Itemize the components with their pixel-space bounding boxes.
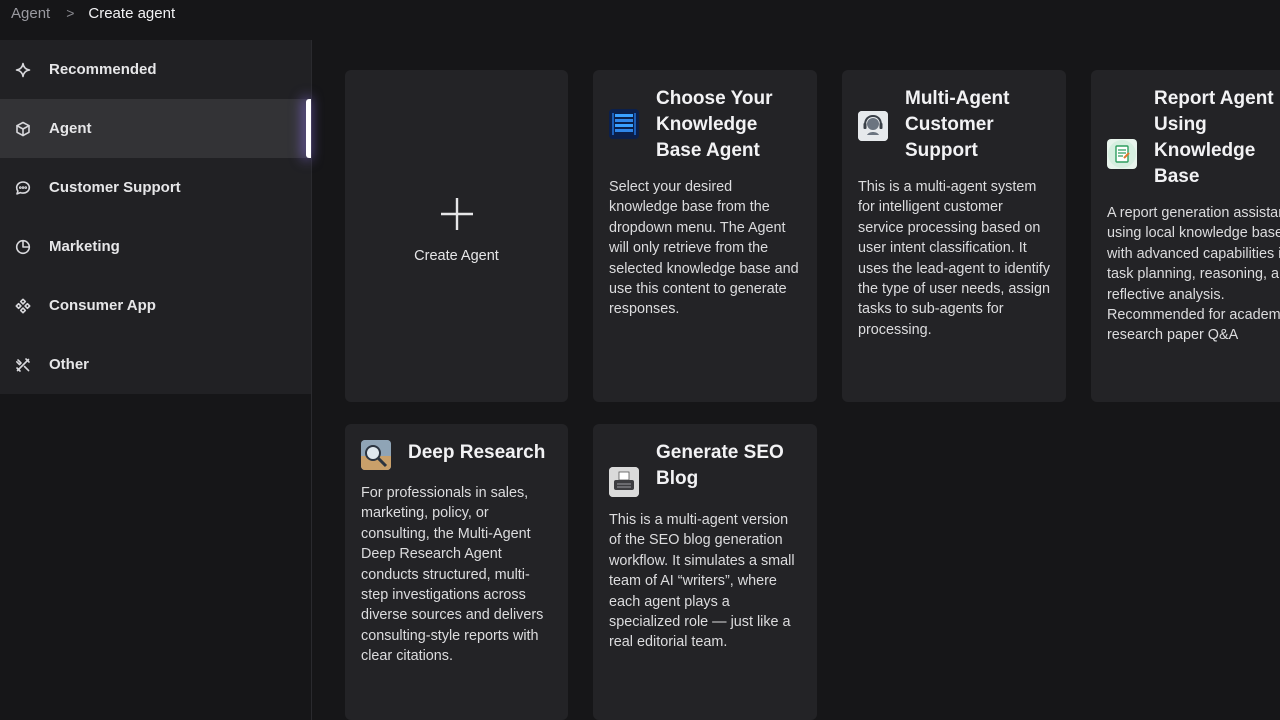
- sidebar-item-label: Marketing: [49, 238, 120, 255]
- card-title: Multi-Agent Customer Support: [905, 88, 1010, 161]
- template-card-deep-research[interactable]: Deep Research For professionals in sales…: [345, 424, 568, 720]
- create-agent-label: Create Agent: [414, 248, 499, 264]
- components-icon: [15, 298, 31, 314]
- breadcrumb-separator: >: [66, 5, 75, 21]
- card-title: Choose Your Knowledge Base Agent: [656, 88, 773, 161]
- sidebar-item-customer-support[interactable]: Customer Support: [0, 158, 311, 217]
- sidebar: Recommended Agent Customer Support Marke…: [0, 40, 312, 720]
- sidebar-item-recommended[interactable]: Recommended: [0, 40, 311, 99]
- template-card-customer-support[interactable]: Multi-Agent Customer Support This is a m…: [842, 70, 1066, 402]
- breadcrumb-agent-link[interactable]: Agent: [11, 5, 50, 22]
- card-title: Deep Research: [408, 442, 546, 463]
- sidebar-item-label: Customer Support: [49, 179, 181, 196]
- cube-icon: [15, 121, 31, 137]
- sidebar-item-consumer-app[interactable]: Consumer App: [0, 276, 311, 335]
- sidebar-item-label: Other: [49, 356, 90, 373]
- active-indicator: [306, 99, 311, 158]
- pie-chart-icon: [15, 239, 31, 255]
- sidebar-item-other[interactable]: Other: [0, 335, 311, 394]
- chat-bubble-icon: [15, 180, 31, 196]
- headset-thumb: [858, 111, 888, 141]
- card-description: For professionals in sales, marketing, p…: [361, 485, 544, 665]
- template-card-knowledge-base[interactable]: Choose Your Knowledge Base Agent Select …: [593, 70, 817, 402]
- tools-icon: [15, 357, 31, 373]
- sidebar-item-label: Consumer App: [49, 297, 156, 314]
- card-description: A report generation assistant using loca…: [1107, 205, 1280, 344]
- research-thumb: [361, 440, 391, 470]
- card-title: Generate SEO Blog: [656, 442, 784, 489]
- template-card-seo-blog[interactable]: Generate SEO Blog This is a multi-agent …: [593, 424, 817, 720]
- sidebar-item-label: Agent: [49, 120, 92, 137]
- sidebar-item-label: Recommended: [49, 61, 157, 78]
- card-description: This is a multi-agent system for intelli…: [858, 179, 1051, 338]
- sidebar-category-list: Recommended Agent Customer Support Marke…: [0, 40, 311, 394]
- breadcrumb-current: Create agent: [88, 4, 176, 22]
- knowledge-base-thumb: [609, 109, 639, 139]
- plus-icon: [437, 194, 477, 234]
- card-description: This is a multi-agent version of the SEO…: [609, 512, 795, 651]
- report-thumb: [1107, 139, 1137, 169]
- card-description: Select your desired knowledge base from …: [609, 179, 799, 318]
- sidebar-item-marketing[interactable]: Marketing: [0, 217, 311, 276]
- card-title: Report Agent Using Knowledge Base: [1154, 88, 1274, 187]
- sidebar-item-agent[interactable]: Agent: [0, 99, 311, 158]
- typewriter-thumb: [609, 467, 639, 497]
- create-agent-card[interactable]: Create Agent: [345, 70, 568, 402]
- breadcrumb: Agent > Create agent: [0, 0, 1280, 26]
- sparkle-icon: [15, 62, 31, 78]
- template-card-report-agent[interactable]: Report Agent Using Knowledge Base A repo…: [1091, 70, 1280, 402]
